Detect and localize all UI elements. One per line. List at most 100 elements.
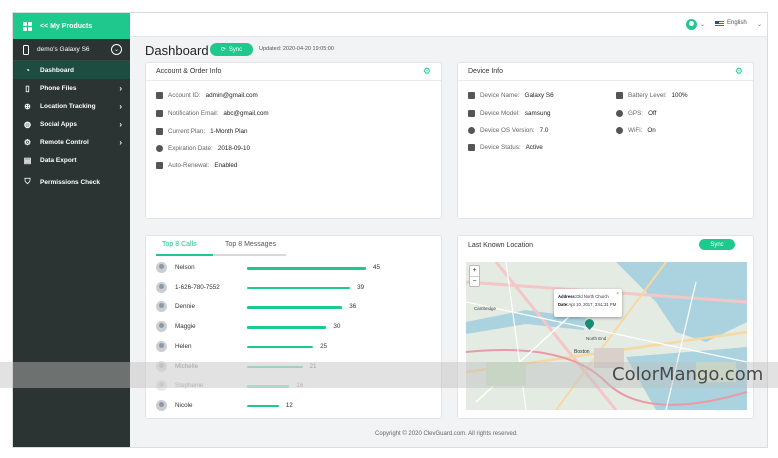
clock-icon [156,145,163,152]
expiration-date-row: Expiration Date: 2018-09-10 [156,145,250,152]
my-products-link[interactable]: << My Products [13,13,130,39]
popup-date-label: Date: [558,302,569,307]
map-label: Cambridge [474,306,497,311]
contact-name: Nelson [175,264,195,271]
account-order-card: Account & Order Info ⚙ Account ID: admin… [145,62,442,219]
popup-address: Old North Church [576,294,609,299]
field-label: Battery Level: [628,92,667,99]
card-title: Last Known Location [468,241,533,249]
popup-address-label: Address: [558,294,577,299]
top-calls-card: Top 8 Calls Top 8 Messages Nelson 45 1-626… [145,235,442,419]
close-icon[interactable]: × [616,290,619,298]
call-row: Nelson 45 [156,261,426,275]
sync-button[interactable]: ⟳ Sync [210,43,253,56]
zoom-in-button[interactable]: + [470,266,479,276]
sidebar-item-dashboard[interactable]: ◔ Dashboard [13,61,130,79]
location-icon: ⊕ [24,101,31,111]
device-name-row: Device Name: Galaxy S6 [468,92,554,99]
dashboard-icon: ◔ [25,65,30,75]
chevron-down-icon[interactable]: ⌄ [700,21,705,28]
call-count: 25 [320,342,328,350]
field-value: samsung [524,110,551,117]
sidebar-item-phone-files[interactable]: ▯ Phone Files › [13,79,130,97]
watermark: ColorMango.com [612,364,764,385]
call-count: 45 [373,264,381,271]
current-plan-row: Current Plan: 1-Month Plan [156,128,248,135]
call-row: Dennie 36 [156,300,426,314]
chevron-down-icon[interactable]: ⌄ [757,21,762,28]
contact-avatar [156,340,167,352]
contact-name: Nicole [175,401,193,409]
last-location-card: Last Known Location Sync Cambridge North… [457,235,754,419]
sidebar-item-label: Location Tracking [40,102,96,110]
call-count-bar [247,326,327,329]
sidebar-item-label: Dashboard [40,66,74,74]
call-row: Maggie 30 [156,320,426,334]
field-value: 100% [671,92,688,99]
field-value: 7.0 [539,127,549,134]
field-label: Device Status: [480,144,521,151]
chevron-right-icon: › [119,83,122,93]
tab-top-messages[interactable]: Top 8 Messages [225,241,276,248]
call-count-bar [247,306,343,309]
field-value: admin@gmail.com [205,92,258,99]
gear-icon[interactable]: ⚙ [735,66,743,77]
footer-copyright: Copyright © 2020 ClevGuard.com. All righ… [375,431,518,437]
sync-icon: ⟳ [220,47,226,53]
sidebar-item-permissions-check[interactable]: ⛉ Permissions Check [13,173,130,191]
apps-grid-icon [23,21,32,31]
zoom-out-button[interactable]: − [470,276,479,287]
call-count-bar [247,345,314,349]
wifi-icon [616,127,623,134]
tab-top-calls[interactable]: Top 8 Calls [162,241,197,248]
battery-level-row: Battery Level: 100% [616,92,688,99]
notification-email-row: Notification Email: abc@gmail.com [156,110,269,117]
device-name: demo's Galaxy S6 [37,46,90,53]
sidebar-item-social-apps[interactable]: ◍ Social Apps › [13,115,130,133]
contact-name: Dennie [175,303,195,311]
field-value: Galaxy S6 [524,92,554,99]
chevron-down-icon[interactable]: ⌄ [111,44,122,55]
contact-avatar [156,281,167,293]
map-label: Boston [574,349,590,355]
location-pin-icon [616,110,623,117]
field-value: On [647,127,656,134]
location-popup: × Address:Old North Church Date:Apr 10, … [554,289,622,317]
user-avatar-icon[interactable] [686,19,697,30]
contact-avatar [156,262,167,273]
sidebar-item-location-tracking[interactable]: ⊕ Location Tracking › [13,97,130,115]
field-label: Notification Email: [168,110,219,117]
language-selector[interactable]: English [727,20,747,26]
account-id-row: Account ID: admin@gmail.com [156,92,258,99]
user-icon [156,92,163,99]
field-label: Device Model: [480,110,520,117]
updated-timestamp: Updated: 2020-04-20 19:05:00 [259,46,334,52]
contact-name: Maggie [175,323,196,331]
sidebar-item-data-export[interactable]: ▤ Data Export [13,151,130,169]
location-sync-button[interactable]: Sync [699,239,735,250]
call-row: Helen 25 [156,340,426,354]
device-selector[interactable]: demo's Galaxy S6 ⌄ [13,39,130,61]
sidebar-item-label: Data Export [40,156,77,164]
field-label: WiFi: [628,127,643,134]
card-title: Account & Order Info [156,68,222,75]
chevron-right-icon: › [119,119,122,129]
card-title: Device Info [468,68,504,75]
call-count-bar [247,404,279,408]
sync-label: Sync [228,46,243,53]
sidebar-item-label: Permissions Check [40,178,100,186]
contact-name: Helen [175,342,192,350]
sidebar-item-remote-control[interactable]: ⚙ Remote Control › [13,133,130,151]
field-value: abc@gmail.com [223,110,269,117]
call-count: 36 [349,303,357,311]
call-row: Nicole 12 [156,399,426,413]
contact-name: 1-626-780-7552 [175,283,220,291]
phone-files-icon: ▯ [25,83,30,93]
sidebar-item-label: Remote Control [40,138,89,146]
device-info-card: Device Info ⚙ Device Name: Galaxy S6 Dev… [457,62,754,219]
field-label: Auto-Renewal: [168,162,210,169]
us-flag-icon [715,21,724,27]
gear-icon[interactable]: ⚙ [423,66,431,77]
device-model-row: Device Model: samsung [468,110,550,117]
card-header: Device Info ⚙ [458,63,753,81]
